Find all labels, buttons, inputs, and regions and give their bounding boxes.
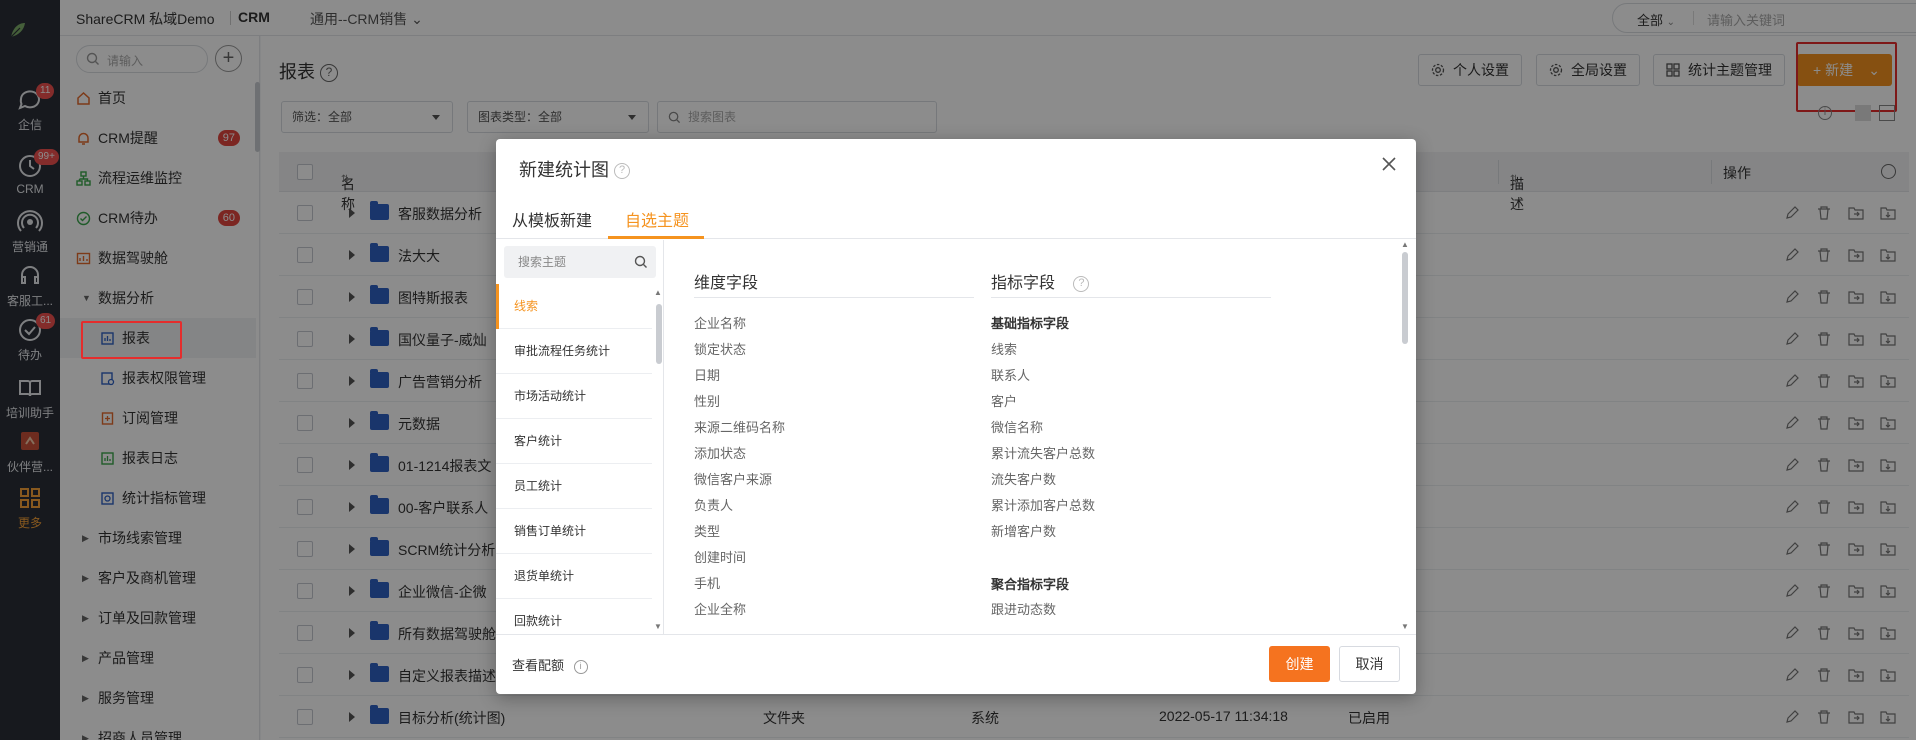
cancel-button[interactable]: 取消 bbox=[1339, 646, 1400, 682]
metric-field[interactable]: 客户 bbox=[991, 391, 1017, 410]
metric-agg-title: 聚合指标字段 bbox=[991, 577, 1070, 592]
dimension-title: 维度字段 bbox=[694, 275, 759, 292]
theme-list-item[interactable]: 销售订单统计 bbox=[496, 509, 652, 554]
metric-field[interactable]: 累计添加客户总数 bbox=[991, 495, 1095, 514]
metric-field[interactable]: 流失客户数 bbox=[991, 469, 1056, 488]
field-panel-scrollbar[interactable] bbox=[1402, 252, 1408, 344]
active-tab-indicator bbox=[608, 236, 704, 239]
dimension-field[interactable]: 日期 bbox=[694, 365, 720, 384]
dimension-field[interactable]: 创建时间 bbox=[694, 547, 746, 566]
metric-field[interactable]: 跟进动态数 bbox=[991, 599, 1056, 618]
dialog-tabs: 从模板新建 自选主题 bbox=[496, 195, 1416, 239]
dimension-field[interactable]: 类型 bbox=[694, 521, 720, 540]
help-icon[interactable]: ? bbox=[614, 163, 631, 180]
close-icon[interactable] bbox=[1380, 155, 1398, 173]
dimension-field[interactable]: 企业名称 bbox=[694, 313, 746, 332]
view-quota-link[interactable]: 查看配额 i bbox=[512, 655, 588, 674]
dialog-title-text: 新建统计图 bbox=[519, 160, 609, 180]
dimension-field[interactable]: 锁定状态 bbox=[694, 339, 746, 358]
search-icon bbox=[634, 255, 647, 268]
help-icon[interactable]: ? bbox=[1073, 275, 1090, 292]
theme-search-placeholder: 搜索主题 bbox=[518, 255, 567, 269]
scroll-down-icon[interactable]: ▼ bbox=[654, 622, 662, 631]
theme-list-item[interactable]: 线索 bbox=[496, 284, 652, 329]
dimension-field[interactable]: 企业全称 bbox=[694, 599, 746, 618]
dialog-title: 新建统计图 ? bbox=[519, 156, 631, 182]
theme-list-scrollbar[interactable] bbox=[656, 304, 662, 364]
theme-list-item[interactable]: 审批流程任务统计 bbox=[496, 329, 652, 374]
metric-field[interactable]: 微信名称 bbox=[991, 417, 1043, 436]
create-button[interactable]: 创建 bbox=[1269, 646, 1330, 682]
metric-basic-title: 基础指标字段 bbox=[991, 316, 1070, 331]
info-icon[interactable]: i bbox=[573, 659, 588, 674]
active-theme-indicator bbox=[496, 284, 499, 329]
scroll-up-icon[interactable]: ▲ bbox=[654, 288, 662, 297]
new-chart-dialog: 新建统计图 ? 从模板新建 自选主题 搜索主题 线索 审批流程任务统计 市场活动统计… bbox=[496, 139, 1416, 694]
metric-field[interactable]: 线索 bbox=[991, 339, 1017, 358]
dimension-field[interactable]: 微信客户来源 bbox=[694, 469, 772, 488]
theme-search-input[interactable]: 搜索主题 bbox=[504, 246, 656, 278]
metric-field[interactable]: 累计流失客户总数 bbox=[991, 443, 1095, 462]
dimension-field[interactable]: 来源二维码名称 bbox=[694, 417, 785, 436]
metric-field[interactable]: 联系人 bbox=[991, 365, 1030, 384]
tab-custom-theme[interactable]: 自选主题 bbox=[625, 207, 689, 231]
theme-list-item[interactable]: 客户统计 bbox=[496, 419, 652, 464]
dialog-footer: 查看配额 i 创建 取消 bbox=[496, 634, 1416, 694]
dimension-field[interactable]: 添加状态 bbox=[694, 443, 746, 462]
dimension-field[interactable]: 负责人 bbox=[694, 495, 733, 514]
theme-list-item[interactable]: 员工统计 bbox=[496, 464, 652, 509]
theme-list-item[interactable]: 回款统计 bbox=[496, 599, 652, 634]
theme-list-panel: 搜索主题 线索 审批流程任务统计 市场活动统计 客户统计 员工统计 销售订单统计 退货单统计… bbox=[496, 240, 664, 634]
metric-title-text: 指标字段 bbox=[991, 275, 1056, 292]
quota-label: 查看配额 bbox=[512, 658, 565, 673]
scroll-down-icon[interactable]: ▼ bbox=[1401, 622, 1409, 631]
metric-field[interactable]: 新增客户数 bbox=[991, 521, 1056, 540]
dimension-field[interactable]: 性别 bbox=[694, 391, 720, 410]
highlight-box bbox=[81, 321, 182, 359]
metric-title: 指标字段 ? bbox=[991, 269, 1090, 293]
theme-list-item[interactable]: 市场活动统计 bbox=[496, 374, 652, 419]
theme-list-item[interactable]: 退货单统计 bbox=[496, 554, 652, 599]
tab-from-template[interactable]: 从模板新建 bbox=[512, 207, 592, 231]
field-panel: 维度字段 指标字段 ? 企业名称锁定状态日期性别来源二维码名称 添加状态微信客户来… bbox=[664, 240, 1416, 634]
dimension-field[interactable]: 手机 bbox=[694, 573, 720, 592]
scroll-up-icon[interactable]: ▲ bbox=[1401, 240, 1409, 249]
